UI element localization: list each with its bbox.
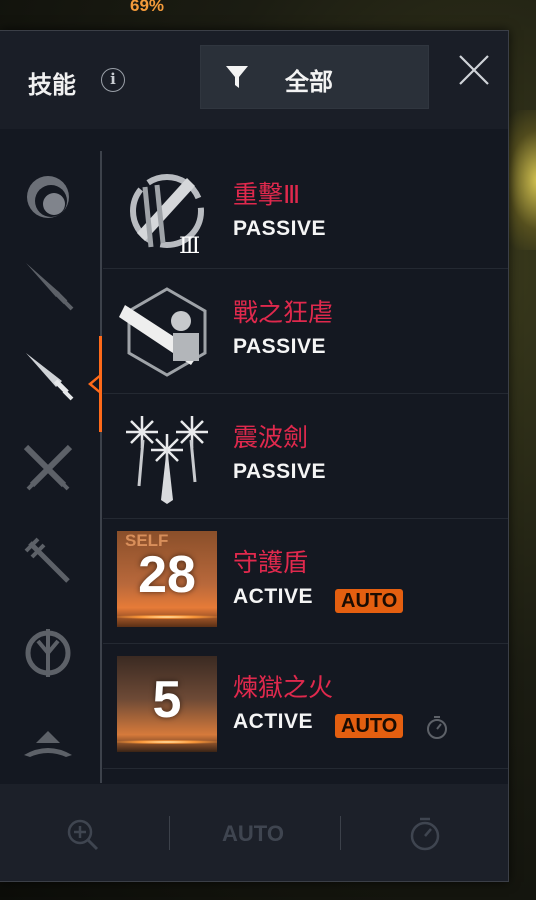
- skill-type: PASSIVE: [233, 335, 326, 358]
- footer-divider: [169, 816, 170, 850]
- filter-label: 全部: [285, 68, 333, 96]
- auto-badge[interactable]: AUTO: [335, 589, 404, 613]
- skill-name: 重擊Ⅲ: [233, 180, 301, 209]
- stopwatch-icon[interactable]: [425, 714, 449, 740]
- category-wings-icon[interactable]: [20, 721, 76, 777]
- zoom-in-icon[interactable]: [66, 818, 100, 852]
- skill-name: 煉獄之火: [233, 673, 334, 702]
- stopwatch-icon[interactable]: [408, 816, 442, 852]
- hellfire-icon: 5: [117, 656, 217, 752]
- heavy-strike-icon: Ⅲ: [130, 174, 204, 259]
- auto-badge[interactable]: AUTO: [335, 714, 404, 738]
- category-trident-icon[interactable]: [20, 533, 76, 589]
- skill-name: 震波劍: [233, 423, 309, 452]
- filter-icon: [226, 66, 248, 88]
- active-category-indicator: [99, 336, 102, 432]
- panel-title: 技能: [28, 71, 76, 99]
- category-sidebar: [0, 129, 100, 784]
- cooldown-counter: 5: [152, 671, 182, 729]
- panel-header: 技能 i 全部: [0, 31, 508, 129]
- auto-all-button[interactable]: AUTO: [222, 821, 284, 847]
- skill-row[interactable]: SELF 28 守護盾 ACTIVE AUTO: [103, 519, 508, 644]
- category-dual-blades-icon[interactable]: [20, 441, 76, 497]
- skill-type: PASSIVE: [233, 217, 326, 240]
- category-all-icon[interactable]: [20, 169, 76, 225]
- guardian-shield-icon: SELF 28: [117, 531, 217, 627]
- info-icon[interactable]: i: [101, 68, 125, 92]
- category-crest-icon[interactable]: [20, 625, 76, 681]
- footer-divider: [340, 816, 341, 850]
- skill-type: ACTIVE: [233, 585, 314, 608]
- skill-list: Ⅲ 重擊Ⅲ PASSIVE 戰之狂虐 PASSIVE 震波劍 PASSIVE S…: [103, 151, 508, 769]
- skills-panel: 技能 i 全部 Ⅲ 重擊Ⅲ PASSIVE 戰之狂虐 PASSIVE 震波劍 P…: [0, 30, 509, 882]
- skill-name: 守護盾: [233, 548, 309, 577]
- filter-dropdown[interactable]: 全部: [200, 45, 429, 109]
- cooldown-counter: 28: [138, 546, 196, 604]
- sidebar-divider: [100, 151, 102, 783]
- panel-footer: AUTO: [0, 784, 508, 881]
- skill-row[interactable]: 戰之狂虐 PASSIVE: [103, 269, 508, 394]
- background-percent-text: 69%: [130, 0, 165, 15]
- war-frenzy-icon: [119, 287, 207, 377]
- skill-name: 戰之狂虐: [233, 298, 334, 327]
- skill-row[interactable]: 震波劍 PASSIVE: [103, 394, 508, 519]
- skill-type: ACTIVE: [233, 710, 314, 733]
- close-icon[interactable]: [455, 51, 493, 89]
- category-sword-icon[interactable]: [20, 257, 76, 313]
- shockwave-sword-icon: [126, 416, 208, 504]
- category-blade-icon[interactable]: [20, 347, 76, 403]
- skill-row[interactable]: Ⅲ 重擊Ⅲ PASSIVE: [103, 151, 508, 269]
- svg-text:Ⅲ: Ⅲ: [179, 234, 200, 259]
- skill-row[interactable]: 5 煉獄之火 ACTIVE AUTO: [103, 644, 508, 769]
- skill-type: PASSIVE: [233, 460, 326, 483]
